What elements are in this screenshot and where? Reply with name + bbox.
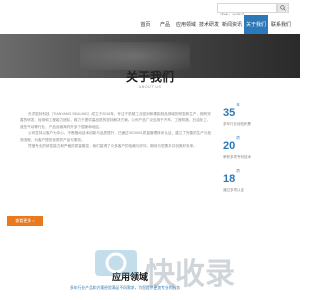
search-box[interactable] — [217, 3, 277, 20]
search-icon — [280, 5, 286, 11]
stat-years: 35年 多年行业经验积累 — [223, 103, 283, 127]
main-nav: 首页 产品 应用领域 技术研发 新闻资讯 关于我们 联系我们 — [0, 15, 300, 34]
stat-unit: 项 — [236, 169, 240, 173]
nav-news[interactable]: 新闻资讯 — [222, 15, 242, 34]
stat-patents: 20项 荣获多项专利技术 — [223, 136, 283, 160]
nav-home[interactable]: 首页 — [137, 15, 154, 34]
nav-applications[interactable]: 应用领域 — [176, 15, 196, 34]
applications-heading: 应用领域 — [112, 272, 149, 282]
stat-desc: 通过多项认证 — [223, 188, 244, 192]
stat-value: 18 — [223, 173, 236, 185]
stat-value: 20 — [223, 140, 236, 152]
about-paragraph-2: 公司坚持以客户为中心，不断推动技术创新与品质提升，已通过ISO9001质量管理体… — [20, 131, 212, 142]
stat-unit: 项 — [236, 136, 240, 140]
applications-subtitle: 多年行业产品和方案经验满足不同需求，为您提供更加专业的服务 — [70, 286, 181, 290]
nav-contact[interactable]: 联系我们 — [270, 15, 292, 34]
nav-technology[interactable]: 技术研发 — [199, 15, 219, 34]
stat-value: 35 — [223, 107, 236, 119]
stat-desc: 多年行业经验积累 — [223, 122, 251, 126]
stat-certs: 18项 通过多项认证 — [223, 169, 283, 193]
stat-desc: 荣获多项专利技术 — [223, 155, 251, 159]
about-paragraph-1: 天洋密封科技（TIANYANG SEALING）成立于2016年，专注于机械工业… — [20, 112, 211, 129]
nav-products[interactable]: 产品 — [157, 15, 173, 34]
about-paragraph-3: 凭借专业的研发能力和严格的质量管控，我们赢得了众多客户的信赖与好评，期待与您携手… — [28, 144, 197, 149]
about-title: 关于我们 — [125, 70, 174, 84]
search-button[interactable] — [277, 3, 289, 13]
more-button[interactable]: 查看更多 > — [7, 216, 43, 226]
stat-unit: 年 — [236, 103, 240, 107]
nav-about[interactable]: 关于我们 — [244, 15, 268, 34]
about-subtitle: ABOUT US — [138, 84, 162, 89]
about-body: 天洋密封科技（TIANYANG SEALING）成立于2016年，专注于机械工业… — [20, 111, 212, 149]
top-bar — [0, 0, 300, 20]
